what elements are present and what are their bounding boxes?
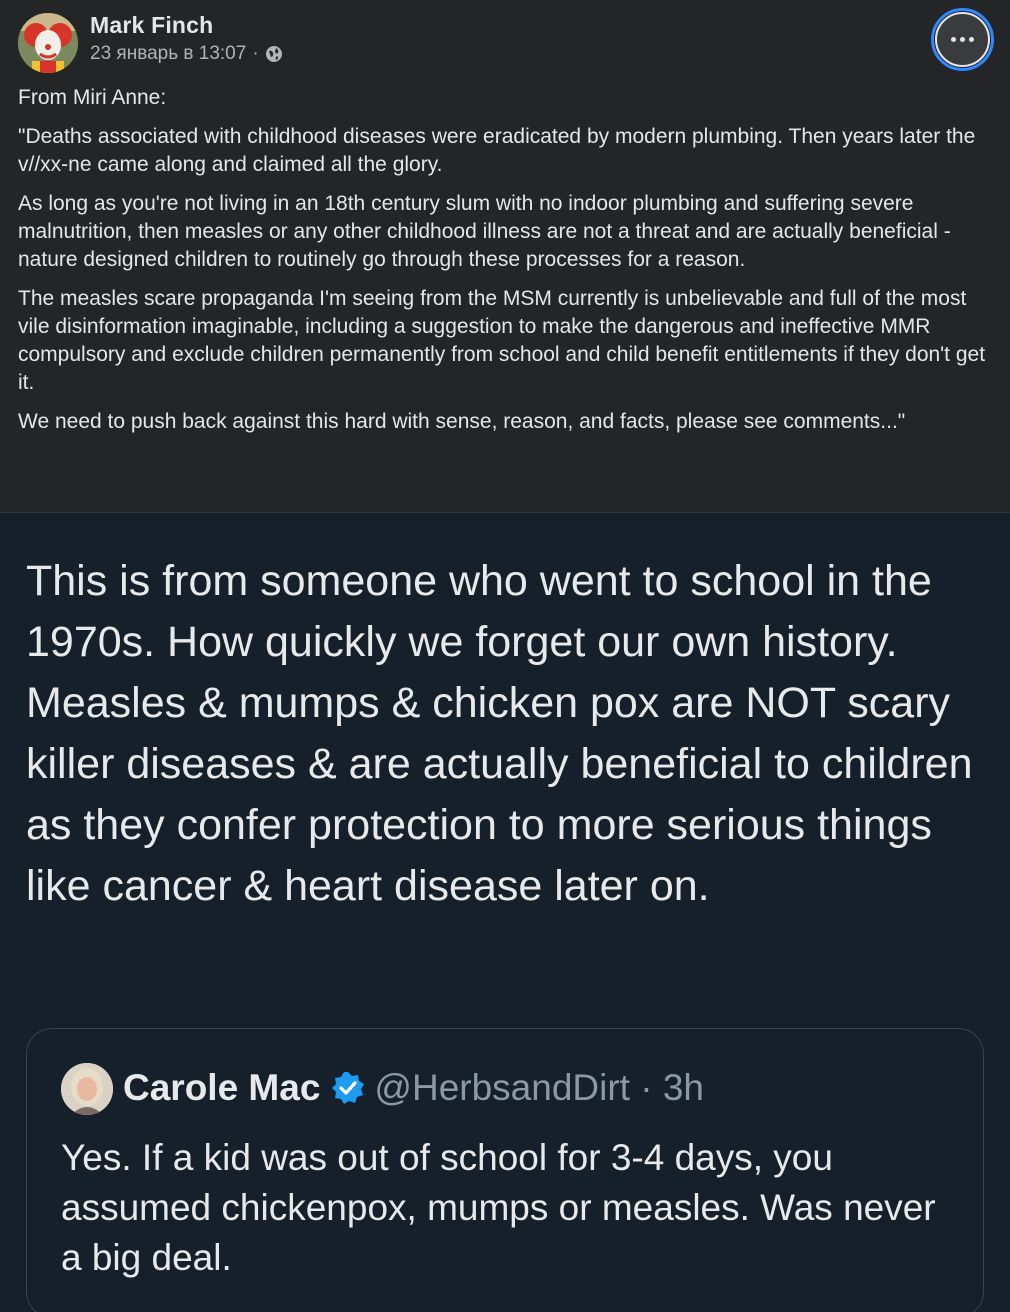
quote-header: Carole Mac @HerbsandDirt · 3h	[123, 1067, 704, 1109]
tweet-screenshot-image[interactable]: This is from someone who went to school …	[0, 512, 1010, 1312]
quote-text: Yes. If a kid was out of school for 3-4 …	[61, 1137, 936, 1278]
verified-badge-icon	[330, 1070, 366, 1106]
post-paragraph: "Deaths associated with childhood diseas…	[18, 125, 976, 176]
quote-author-name: Carole Mac	[123, 1067, 321, 1108]
more-options-button[interactable]	[931, 8, 994, 71]
post-paragraph: From Miri Anne:	[18, 86, 167, 109]
quote-avatar	[61, 1063, 113, 1115]
post-date[interactable]: 23 январь в 13:07	[90, 43, 246, 65]
author-avatar[interactable]	[18, 13, 78, 73]
post-paragraph: The measles scare propaganda I'm seeing …	[18, 287, 986, 394]
quote-handle-time: @HerbsandDirt · 3h	[374, 1067, 704, 1108]
meta-separator: ·	[252, 43, 259, 64]
quoted-tweet-card: Carole Mac @HerbsandDirt · 3h Yes. If a …	[26, 1028, 984, 1312]
post-paragraph: As long as you're not living in an 18th …	[18, 192, 951, 271]
author-name[interactable]: Mark Finch	[90, 12, 213, 39]
more-options-icon	[935, 12, 990, 67]
globe-icon	[265, 45, 283, 63]
post-header: Mark Finch 23 январь в 13:07 ·	[0, 0, 1010, 82]
post-meta: 23 январь в 13:07 ·	[90, 43, 283, 65]
post-paragraph: We need to push back against this hard w…	[18, 410, 906, 433]
post-text: From Miri Anne: "Deaths associated with …	[18, 84, 998, 447]
tweet-text: This is from someone who went to school …	[26, 557, 973, 910]
